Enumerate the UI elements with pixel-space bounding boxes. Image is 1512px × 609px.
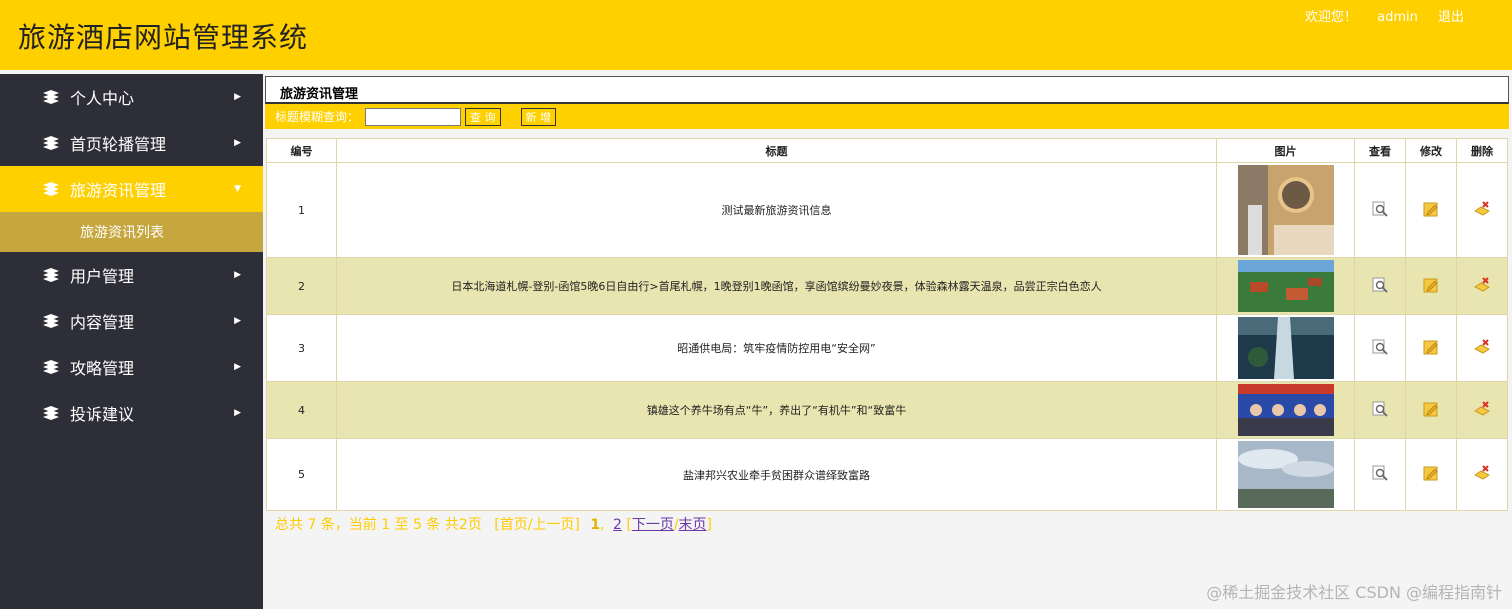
search-label: 标题模糊查询： [275, 110, 360, 124]
sidebar-item-label: 个人中心 [70, 89, 135, 108]
sidebar-item-label: 首页轮播管理 [70, 135, 167, 154]
chevron-right-icon: ▶ [234, 316, 241, 326]
sidebar-item-users[interactable]: 用户管理 ▶ [0, 252, 263, 298]
view-icon[interactable] [1372, 465, 1388, 481]
stack-icon [43, 90, 59, 104]
stack-icon [43, 406, 59, 420]
search-bar: 标题模糊查询： 查 询 新 增 [265, 104, 1509, 129]
edit-icon[interactable] [1423, 277, 1439, 293]
view-icon[interactable] [1372, 201, 1388, 217]
pager-last-link[interactable]: 末页 [679, 517, 707, 533]
view-icon[interactable] [1372, 339, 1388, 355]
pager-close-bracket: ] [706, 517, 713, 533]
sidebar-item-guides[interactable]: 攻略管理 ▶ [0, 344, 263, 390]
delete-icon[interactable] [1474, 465, 1490, 481]
page-title-bar: 旅游资讯管理 [265, 76, 1509, 104]
delete-icon[interactable] [1474, 400, 1490, 417]
row-title: 镇雄这个养牛场有点“牛”，养出了“有机牛”和“致富牛 [336, 381, 1217, 439]
row-id: 4 [266, 381, 337, 439]
delete-icon[interactable] [1474, 338, 1490, 355]
pager-page-2[interactable]: 2 [613, 517, 622, 533]
sky-image [1237, 441, 1334, 508]
header: 旅游酒店网站管理系统 欢迎您！ admin 退出 [0, 0, 1512, 70]
chevron-right-icon: ▶ [234, 408, 241, 418]
waterfall-image [1237, 317, 1334, 379]
table-header-row: 编号 标题 图片 查看 修改 删除 [266, 138, 1508, 163]
sidebar-item-content[interactable]: 内容管理 ▶ [0, 298, 263, 344]
row-id: 3 [266, 314, 337, 382]
sidebar-item-label: 投诉建议 [70, 405, 135, 424]
table-row: 4 镇雄这个养牛场有点“牛”，养出了“有机牛”和“致富牛 [266, 381, 1508, 439]
sidebar-item-label: 旅游资讯管理 [70, 181, 167, 200]
sidebar-item-complaints[interactable]: 投诉建议 ▶ [0, 390, 263, 436]
sidebar: 个人中心 ▶ 首页轮播管理 ▶ 旅游资讯管理 ▼ 旅游资讯列表 用户管理 ▶ 内… [0, 74, 263, 609]
sidebar-subitem-news-list[interactable]: 旅游资讯列表 [0, 212, 263, 252]
edit-icon[interactable] [1423, 339, 1439, 355]
sidebar-item-label: 用户管理 [70, 267, 135, 286]
pager-current-page: 1 [590, 517, 601, 533]
top-links: 欢迎您！ admin 退出 [1289, 6, 1464, 25]
people-image [1237, 384, 1334, 436]
sidebar-item-travel-news[interactable]: 旅游资讯管理 ▼ [0, 166, 263, 212]
col-image-header: 图片 [1216, 138, 1355, 163]
row-title: 盐津邦兴农业牵手贫困群众谱绎致富路 [336, 438, 1217, 511]
village-image [1237, 260, 1334, 312]
search-input[interactable] [365, 107, 462, 126]
sidebar-item-label: 内容管理 [70, 313, 135, 332]
table-row: 3 昭通供电局：筑牢疫情防控用电“安全网” [266, 314, 1508, 382]
col-edit-header: 修改 [1405, 138, 1457, 163]
col-delete-header: 删除 [1456, 138, 1508, 163]
stack-icon [43, 136, 59, 150]
pagination: 总共 7 条，当前 1 至 5 条 共2页 [首页/上一页] 1, 2 [下一页… [275, 514, 712, 534]
page-title: 旅游资讯管理 [280, 87, 359, 102]
table-row: 2 日本北海道札幌-登别-函馆5晚6日自由行>首尾札幌，1晚登别1晚函馆，享函馆… [266, 257, 1508, 315]
row-title: 测试最新旅游资讯信息 [336, 162, 1217, 258]
stack-icon [43, 360, 59, 374]
chevron-down-icon: ▼ [234, 184, 241, 194]
pager-summary: 总共 7 条，当前 1 至 5 条 共2页 [275, 517, 482, 533]
row-id: 2 [266, 257, 337, 315]
col-view-header: 查看 [1354, 138, 1406, 163]
row-id: 5 [266, 438, 337, 511]
app-title: 旅游酒店网站管理系统 [18, 21, 309, 54]
chevron-right-icon: ▶ [234, 92, 241, 102]
pager-first-prev[interactable]: [首页/上一页] [494, 517, 580, 533]
delete-icon[interactable] [1474, 200, 1490, 217]
user-link[interactable]: admin [1377, 10, 1418, 25]
add-button[interactable]: 新 增 [520, 107, 557, 126]
view-icon[interactable] [1372, 277, 1388, 293]
sidebar-item-carousel[interactable]: 首页轮播管理 ▶ [0, 120, 263, 166]
logout-link[interactable]: 退出 [1438, 10, 1464, 25]
stack-icon [43, 182, 59, 196]
sidebar-item-label: 攻略管理 [70, 359, 135, 378]
edit-icon[interactable] [1423, 401, 1439, 417]
news-table: 编号 标题 图片 查看 修改 删除 1 测试最新旅游资讯信息 2 日本北海道札幌… [266, 138, 1508, 511]
edit-icon[interactable] [1423, 465, 1439, 481]
row-id: 1 [266, 162, 337, 258]
row-title: 日本北海道札幌-登别-函馆5晚6日自由行>首尾札幌，1晚登别1晚函馆，享函馆缤纷… [336, 257, 1217, 315]
stack-icon [43, 268, 59, 282]
table-row: 5 盐津邦兴农业牵手贫困群众谱绎致富路 [266, 438, 1508, 511]
pager-next-link[interactable]: 下一页 [632, 517, 674, 533]
col-title-header: 标题 [336, 138, 1217, 163]
stack-icon [43, 314, 59, 328]
main-content: 旅游资讯管理 标题模糊查询： 查 询 新 增 编号 标题 图片 查看 修改 删除… [263, 74, 1512, 609]
bathroom-image [1237, 165, 1334, 255]
chevron-right-icon: ▶ [234, 270, 241, 280]
col-id-header: 编号 [266, 138, 337, 163]
pager-comma: , [600, 517, 605, 533]
chevron-right-icon: ▶ [234, 362, 241, 372]
table-row: 1 测试最新旅游资讯信息 [266, 162, 1508, 258]
sidebar-item-profile[interactable]: 个人中心 ▶ [0, 74, 263, 120]
chevron-right-icon: ▶ [234, 138, 241, 148]
welcome-text: 欢迎您！ [1304, 10, 1357, 25]
edit-icon[interactable] [1423, 201, 1439, 217]
delete-icon[interactable] [1474, 276, 1490, 293]
query-button[interactable]: 查 询 [465, 107, 501, 126]
row-title: 昭通供电局：筑牢疫情防控用电“安全网” [336, 314, 1217, 382]
view-icon[interactable] [1372, 401, 1388, 417]
watermark: @稀土掘金技术社区 CSDN @编程指南针 [1206, 583, 1502, 602]
